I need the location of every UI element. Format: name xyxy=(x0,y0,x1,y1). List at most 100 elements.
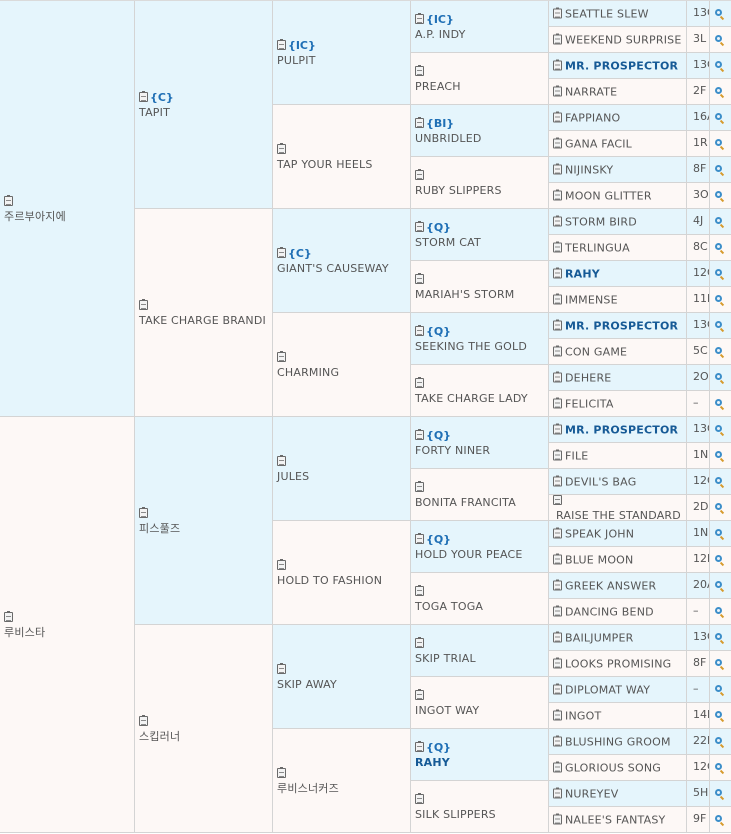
clipboard-icon[interactable] xyxy=(553,215,562,226)
horse-cell-gen1[interactable]: 루비스타 xyxy=(0,417,135,833)
search-button[interactable] xyxy=(710,287,731,313)
horse-cell-gen3[interactable]: HOLD TO FASHION xyxy=(273,521,411,625)
horse-cell-gen2[interactable]: 스킵러너 xyxy=(135,625,273,833)
horse-cell-gen4[interactable]: {Q} SEEKING THE GOLD xyxy=(411,313,549,365)
horse-cell-gen5[interactable]: FILE xyxy=(549,443,687,469)
search-button[interactable] xyxy=(710,131,731,157)
search-button[interactable] xyxy=(710,729,731,755)
horse-cell-gen4[interactable]: {Q} RAHY xyxy=(411,729,549,781)
horse-cell-gen1[interactable]: 주르부아지에 xyxy=(0,1,135,417)
clipboard-icon[interactable] xyxy=(553,59,562,70)
search-button[interactable] xyxy=(710,339,731,365)
horse-cell-gen5[interactable]: FAPPIANO xyxy=(549,105,687,131)
clipboard-icon[interactable] xyxy=(553,189,562,200)
clipboard-icon[interactable] xyxy=(553,293,562,304)
horse-cell-gen5[interactable]: TERLINGUA xyxy=(549,235,687,261)
clipboard-icon[interactable] xyxy=(415,168,424,180)
horse-cell-gen4[interactable]: {Q} FORTY NINER xyxy=(411,417,549,469)
horse-cell-gen5[interactable]: SEATTLE SLEW xyxy=(549,1,687,27)
horse-name[interactable]: MR. PROSPECTOR xyxy=(565,319,678,332)
horse-cell-gen5[interactable]: DIPLOMAT WAY xyxy=(549,677,687,703)
search-button[interactable] xyxy=(710,157,731,183)
clipboard-icon[interactable] xyxy=(415,636,424,648)
horse-cell-gen5[interactable]: LOOKS PROMISING xyxy=(549,651,687,677)
search-button[interactable] xyxy=(710,521,731,547)
horse-cell-gen5[interactable]: INGOT xyxy=(549,703,687,729)
search-button[interactable] xyxy=(710,105,731,131)
horse-name[interactable]: RAHY xyxy=(565,267,600,280)
clipboard-icon[interactable] xyxy=(415,428,424,440)
horse-cell-gen5[interactable]: DANCING BEND xyxy=(549,599,687,625)
search-button[interactable] xyxy=(710,625,731,651)
search-button[interactable] xyxy=(710,599,731,625)
clipboard-icon[interactable] xyxy=(553,111,562,122)
horse-cell-gen4[interactable]: {BI} UNBRIDLED xyxy=(411,105,549,157)
clipboard-icon[interactable] xyxy=(277,766,286,778)
clipboard-icon[interactable] xyxy=(553,85,562,96)
clipboard-icon[interactable] xyxy=(139,90,148,102)
search-button[interactable] xyxy=(710,469,731,495)
clipboard-icon[interactable] xyxy=(553,605,562,616)
horse-cell-gen3[interactable]: {C} GIANT'S CAUSEWAY xyxy=(273,209,411,313)
horse-cell-gen5[interactable]: NIJINSKY xyxy=(549,157,687,183)
search-button[interactable] xyxy=(710,79,731,105)
search-button[interactable] xyxy=(710,391,731,417)
search-button[interactable] xyxy=(710,261,731,287)
horse-cell-gen3[interactable]: TAP YOUR HEELS xyxy=(273,105,411,209)
horse-cell-gen5[interactable]: BAILJUMPER xyxy=(549,625,687,651)
horse-cell-gen5[interactable]: NALEE'S FANTASY xyxy=(549,807,687,833)
horse-cell-gen4[interactable]: PREACH xyxy=(411,53,549,105)
horse-cell-gen4[interactable]: MARIAH'S STORM xyxy=(411,261,549,313)
search-button[interactable] xyxy=(710,677,731,703)
clipboard-icon[interactable] xyxy=(553,787,562,798)
clipboard-icon[interactable] xyxy=(277,662,286,674)
horse-cell-gen5[interactable]: MOON GLITTER xyxy=(549,183,687,209)
search-button[interactable] xyxy=(710,547,731,573)
horse-cell-gen4[interactable]: {Q} HOLD YOUR PEACE xyxy=(411,521,549,573)
horse-cell-gen4[interactable]: TOGA TOGA xyxy=(411,573,549,625)
horse-cell-gen3[interactable]: {IC} PULPIT xyxy=(273,1,411,105)
horse-name[interactable]: MR. PROSPECTOR xyxy=(565,59,678,72)
clipboard-icon[interactable] xyxy=(553,495,562,505)
clipboard-icon[interactable] xyxy=(553,163,562,174)
horse-cell-gen5[interactable]: CON GAME xyxy=(549,339,687,365)
clipboard-icon[interactable] xyxy=(553,319,562,330)
clipboard-icon[interactable] xyxy=(277,142,286,154)
horse-cell-gen5[interactable]: MR. PROSPECTOR xyxy=(549,417,687,443)
horse-cell-gen2[interactable]: TAKE CHARGE BRANDI xyxy=(135,209,273,417)
clipboard-icon[interactable] xyxy=(553,553,562,564)
horse-cell-gen4[interactable]: {IC} A.P. INDY xyxy=(411,1,549,53)
search-button[interactable] xyxy=(710,807,731,833)
horse-cell-gen4[interactable]: {Q} STORM CAT xyxy=(411,209,549,261)
clipboard-icon[interactable] xyxy=(553,241,562,252)
clipboard-icon[interactable] xyxy=(415,792,424,804)
horse-cell-gen5[interactable]: NARRATE xyxy=(549,79,687,105)
horse-cell-gen5[interactable]: MR. PROSPECTOR xyxy=(549,313,687,339)
clipboard-icon[interactable] xyxy=(415,376,424,388)
horse-cell-gen2[interactable]: {C} TAPIT xyxy=(135,1,273,209)
clipboard-icon[interactable] xyxy=(553,449,562,460)
clipboard-icon[interactable] xyxy=(415,272,424,284)
horse-cell-gen4[interactable]: BONITA FRANCITA xyxy=(411,469,549,521)
search-button[interactable] xyxy=(710,495,731,521)
clipboard-icon[interactable] xyxy=(415,688,424,700)
horse-name[interactable]: RAHY xyxy=(415,755,546,770)
horse-cell-gen4[interactable]: INGOT WAY xyxy=(411,677,549,729)
search-button[interactable] xyxy=(710,235,731,261)
horse-cell-gen4[interactable]: RUBY SLIPPERS xyxy=(411,157,549,209)
horse-cell-gen5[interactable]: SPEAK JOHN xyxy=(549,521,687,547)
horse-cell-gen4[interactable]: SKIP TRIAL xyxy=(411,625,549,677)
horse-cell-gen5[interactable]: GREEK ANSWER xyxy=(549,573,687,599)
search-button[interactable] xyxy=(710,209,731,235)
horse-cell-gen2[interactable]: 피스풀즈 xyxy=(135,417,273,625)
clipboard-icon[interactable] xyxy=(139,298,148,310)
clipboard-icon[interactable] xyxy=(553,137,562,148)
horse-cell-gen5[interactable]: WEEKEND SURPRISE xyxy=(549,27,687,53)
clipboard-icon[interactable] xyxy=(415,64,424,76)
search-button[interactable] xyxy=(710,755,731,781)
search-button[interactable] xyxy=(710,703,731,729)
clipboard-icon[interactable] xyxy=(415,584,424,596)
search-button[interactable] xyxy=(710,417,731,443)
clipboard-icon[interactable] xyxy=(553,657,562,668)
horse-cell-gen5[interactable]: GLORIOUS SONG xyxy=(549,755,687,781)
